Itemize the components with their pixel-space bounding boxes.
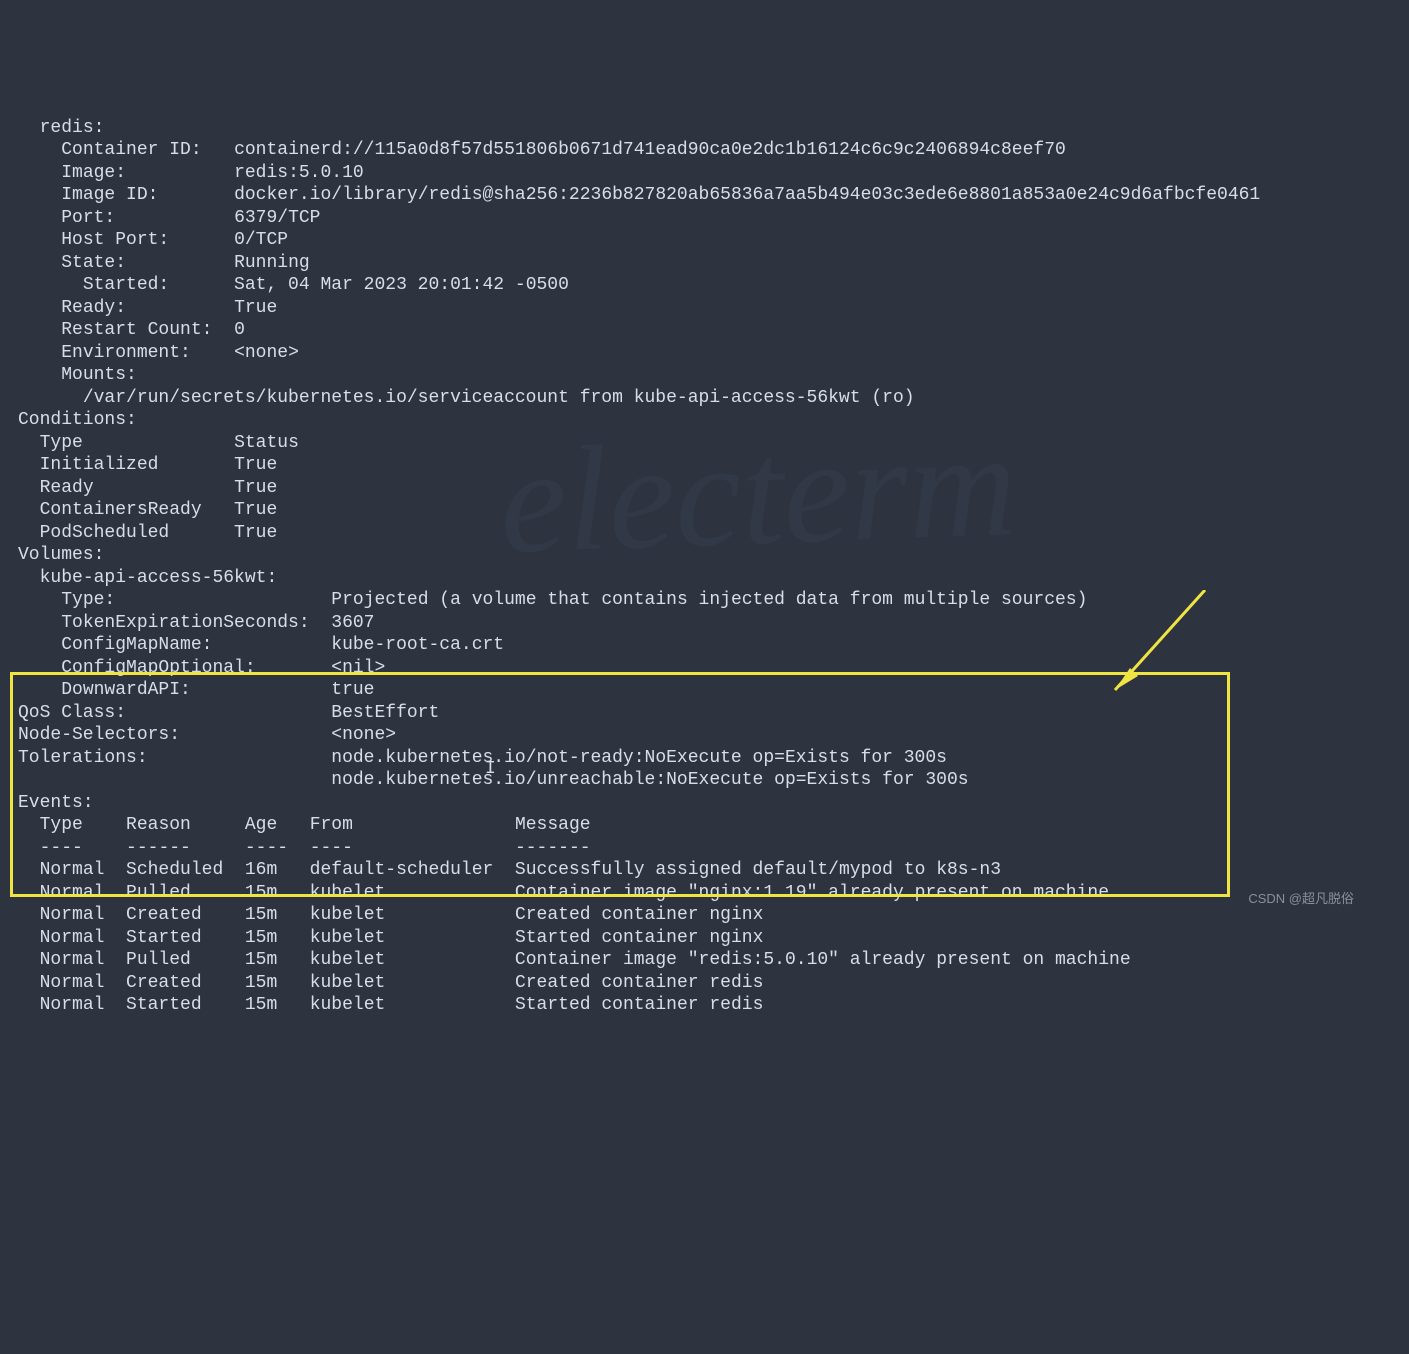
image-id-row: Image ID: docker.io/library/redis@sha256… (18, 185, 1260, 205)
restart-count-row: Restart Count: 0 (18, 320, 245, 340)
qos-row: QoS Class: BestEffort (18, 703, 439, 723)
event-row: Normal Pulled 15m kubelet Container imag… (18, 883, 1109, 903)
environment-row: Environment: <none> (18, 343, 299, 363)
container-id-row: Container ID: containerd://115a0d8f57d55… (18, 140, 1066, 160)
node-selectors-row: Node-Selectors: <none> (18, 725, 396, 745)
started-row: Started: Sat, 04 Mar 2023 20:01:42 -0500 (18, 275, 569, 295)
volume-configmap-name-row: ConfigMapName: kube-root-ca.crt (18, 635, 504, 655)
volume-name: kube-api-access-56kwt: (18, 568, 277, 588)
conditions-columns: Type Status (18, 433, 299, 453)
event-row: Normal Started 15m kubelet Started conta… (18, 928, 763, 948)
condition-row: Ready True (18, 478, 277, 498)
mounts-value-row: /var/run/secrets/kubernetes.io/serviceac… (18, 388, 915, 408)
events-header: Events: (18, 793, 94, 813)
terminal-output[interactable]: redis: Container ID: containerd://115a0d… (0, 90, 1409, 1017)
volumes-header: Volumes: (18, 545, 104, 565)
mounts-label-row: Mounts: (18, 365, 137, 385)
conditions-header: Conditions: (18, 410, 137, 430)
event-row: Normal Created 15m kubelet Created conta… (18, 973, 763, 993)
condition-row: Initialized True (18, 455, 277, 475)
image-row: Image: redis:5.0.10 (18, 163, 364, 183)
event-row: Normal Pulled 15m kubelet Container imag… (18, 950, 1131, 970)
event-row: Normal Scheduled 16m default-scheduler S… (18, 860, 1001, 880)
volume-token-exp-row: TokenExpirationSeconds: 3607 (18, 613, 375, 633)
volume-downward-api-row: DownwardAPI: true (18, 680, 375, 700)
events-separator: ---- ------ ---- ---- ------- (18, 838, 591, 858)
host-port-row: Host Port: 0/TCP (18, 230, 288, 250)
text-cursor-icon: I (485, 758, 496, 781)
volume-configmap-optional-row: ConfigMapOptional: <nil> (18, 658, 385, 678)
events-columns: Type Reason Age From Message (18, 815, 591, 835)
port-row: Port: 6379/TCP (18, 208, 320, 228)
event-row: Normal Started 15m kubelet Started conta… (18, 995, 763, 1015)
condition-row: PodScheduled True (18, 523, 277, 543)
container-name: redis: (18, 118, 104, 138)
condition-row: ContainersReady True (18, 500, 277, 520)
state-row: State: Running (18, 253, 310, 273)
tolerations-row: Tolerations: node.kubernetes.io/not-read… (18, 748, 947, 768)
volume-type-row: Type: Projected (a volume that contains … (18, 590, 1087, 610)
event-row: Normal Created 15m kubelet Created conta… (18, 905, 763, 925)
ready-row: Ready: True (18, 298, 277, 318)
footer-attribution: CSDN @超凡脱俗 (1248, 891, 1354, 907)
